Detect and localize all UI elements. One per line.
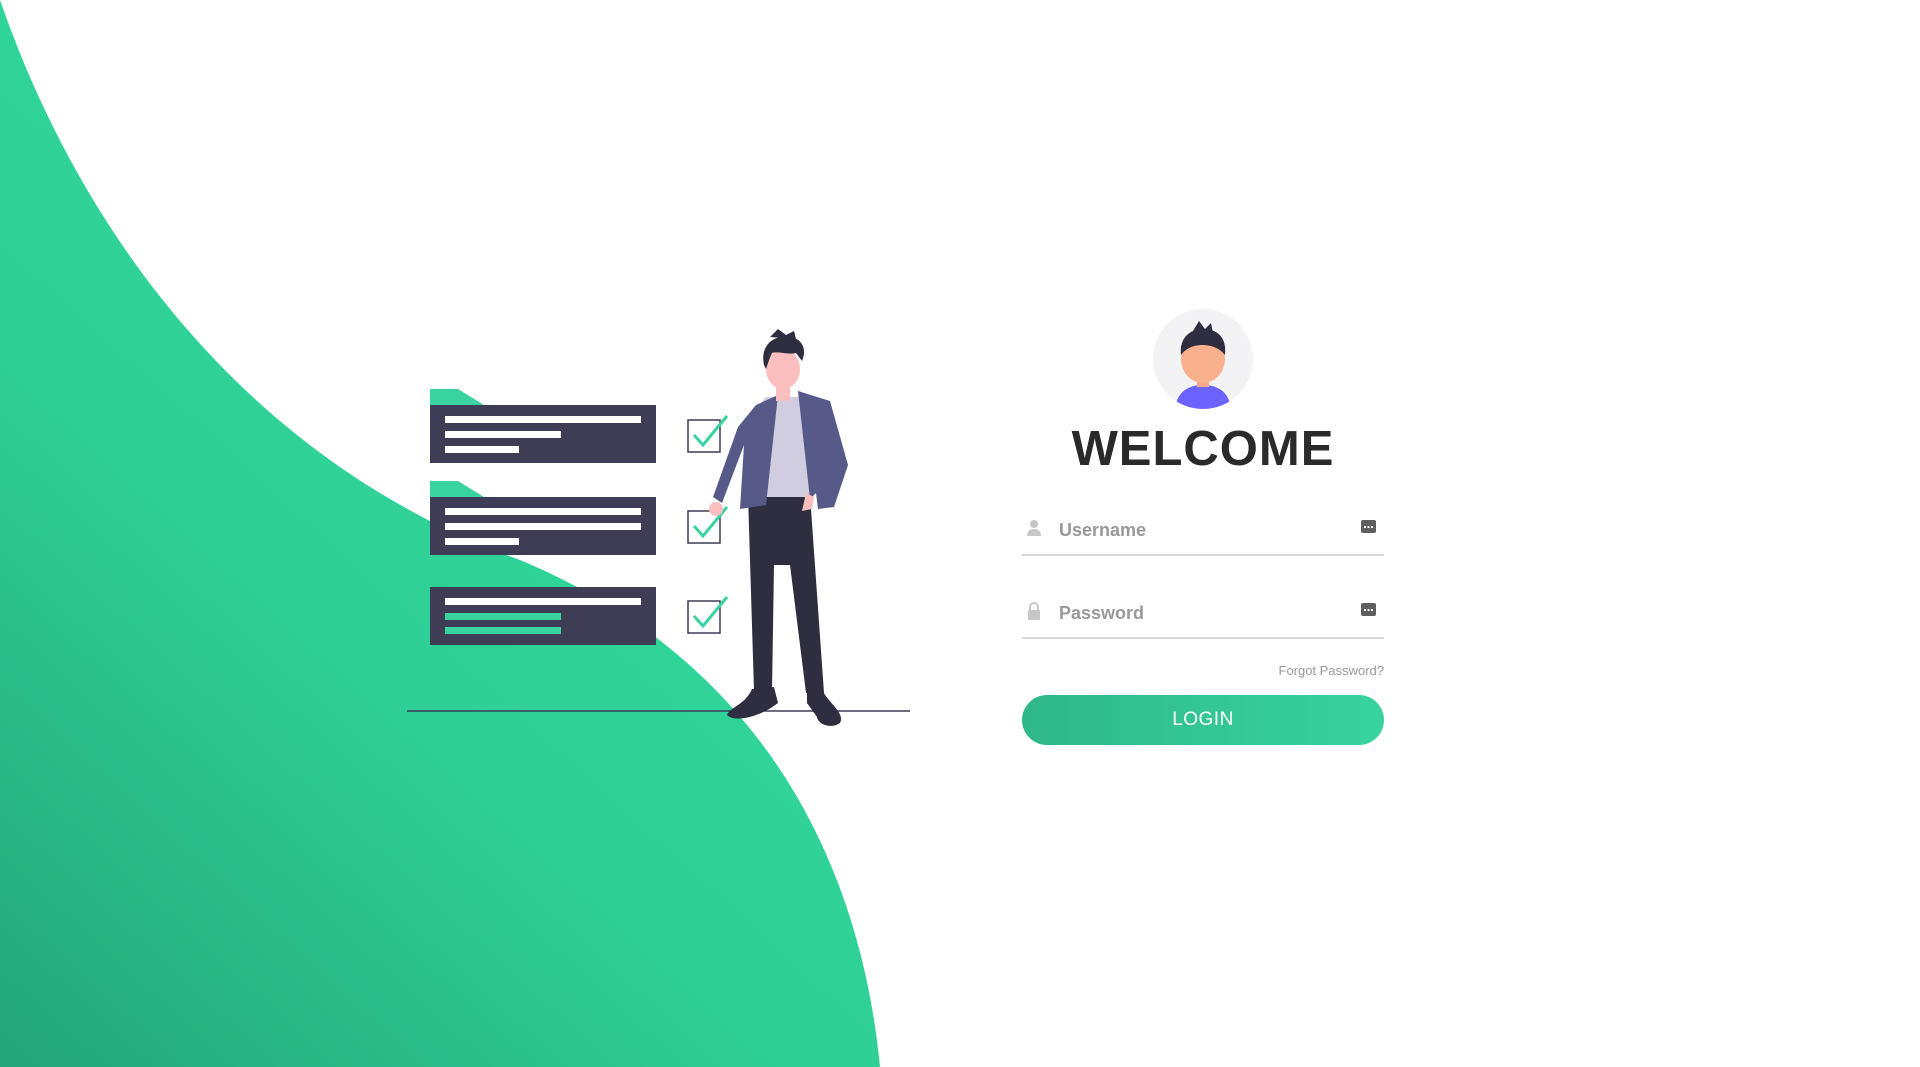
username-input[interactable] xyxy=(1057,514,1351,546)
forgot-password-link[interactable]: Forgot Password? xyxy=(1022,663,1385,678)
person-figure xyxy=(709,329,848,726)
check-icon xyxy=(687,596,729,634)
keyboard-icon[interactable] xyxy=(1361,520,1376,533)
login-button[interactable]: LOGIN xyxy=(1022,695,1384,745)
check-icon xyxy=(687,415,729,453)
login-form: WELCOME Username Forgot Password? LOGIN xyxy=(1022,309,1384,745)
username-field xyxy=(1022,506,1384,556)
password-field xyxy=(1022,589,1384,639)
background-wave xyxy=(0,0,880,1067)
avatar-icon xyxy=(1153,309,1253,409)
lock-icon xyxy=(1028,602,1040,620)
welcome-title: WELCOME xyxy=(1071,422,1335,476)
login-page: WELCOME Username Forgot Password? LOGIN xyxy=(0,0,1920,1067)
keyboard-icon[interactable] xyxy=(1361,603,1376,616)
password-input[interactable] xyxy=(1057,597,1351,629)
user-icon xyxy=(1027,520,1041,536)
checklist-illustration xyxy=(407,329,910,726)
